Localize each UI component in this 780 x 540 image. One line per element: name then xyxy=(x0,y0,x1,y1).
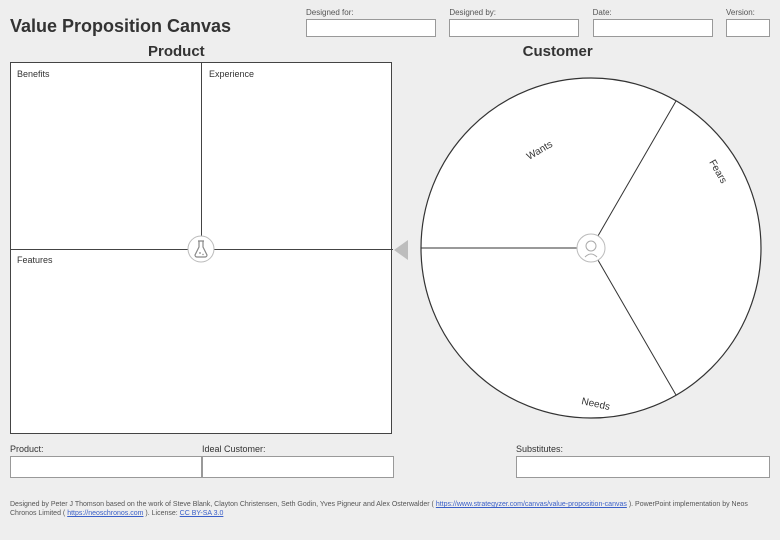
footer-text-a: Designed by Peter J Thomson based on the… xyxy=(10,501,434,508)
field-designed-by: Designed by: xyxy=(449,8,579,37)
bottom-row: Product: Ideal Customer: Substitutes: xyxy=(10,444,770,478)
experience-label: Experience xyxy=(209,69,254,79)
bottom-product-label: Product: xyxy=(10,444,202,454)
date-label: Date: xyxy=(593,8,713,17)
bottom-substitutes-input[interactable] xyxy=(516,456,770,478)
product-section-title: Product xyxy=(148,43,205,60)
field-designed-for: Designed for: xyxy=(306,8,436,37)
bottom-substitutes: Substitutes: xyxy=(516,444,770,478)
date-input[interactable] xyxy=(593,19,713,37)
product-box: Benefits Experience Features xyxy=(10,62,392,434)
bottom-ideal-label: Ideal Customer: xyxy=(202,444,394,454)
bottom-product: Product: xyxy=(10,444,202,478)
beaker-icon xyxy=(187,235,215,263)
bottom-ideal-customer: Ideal Customer: xyxy=(202,444,394,478)
features-label: Features xyxy=(17,255,53,265)
footer-link-neos[interactable]: https://neoschronos.com xyxy=(67,510,143,517)
footer-link-license[interactable]: CC BY-SA 3.0 xyxy=(180,510,224,517)
version-input[interactable] xyxy=(726,19,770,37)
designed-by-label: Designed by: xyxy=(449,8,579,17)
field-version: Version: xyxy=(726,8,770,37)
designed-by-input[interactable] xyxy=(449,19,579,37)
customer-circle: Wants Fears Needs xyxy=(412,56,770,440)
designed-for-label: Designed for: xyxy=(306,8,436,17)
bottom-product-input[interactable] xyxy=(10,456,202,478)
arrow-icon xyxy=(394,240,408,260)
footer-credit: Designed by Peter J Thomson based on the… xyxy=(10,500,770,519)
footer-text-c: ). License: xyxy=(145,510,179,517)
field-date: Date: xyxy=(593,8,713,37)
bottom-ideal-input[interactable] xyxy=(202,456,394,478)
canvas: Benefits Experience Features xyxy=(10,62,770,434)
benefits-label: Benefits xyxy=(17,69,50,79)
bottom-substitutes-label: Substitutes: xyxy=(516,444,770,454)
designed-for-input[interactable] xyxy=(306,19,436,37)
version-label: Version: xyxy=(726,8,770,17)
page-title: Value Proposition Canvas xyxy=(10,10,300,37)
header-bar: Value Proposition Canvas Designed for: D… xyxy=(10,8,770,37)
footer-link-strategyzer[interactable]: https://www.strategyzer.com/canvas/value… xyxy=(436,501,627,508)
product-divider-vertical xyxy=(201,63,202,249)
